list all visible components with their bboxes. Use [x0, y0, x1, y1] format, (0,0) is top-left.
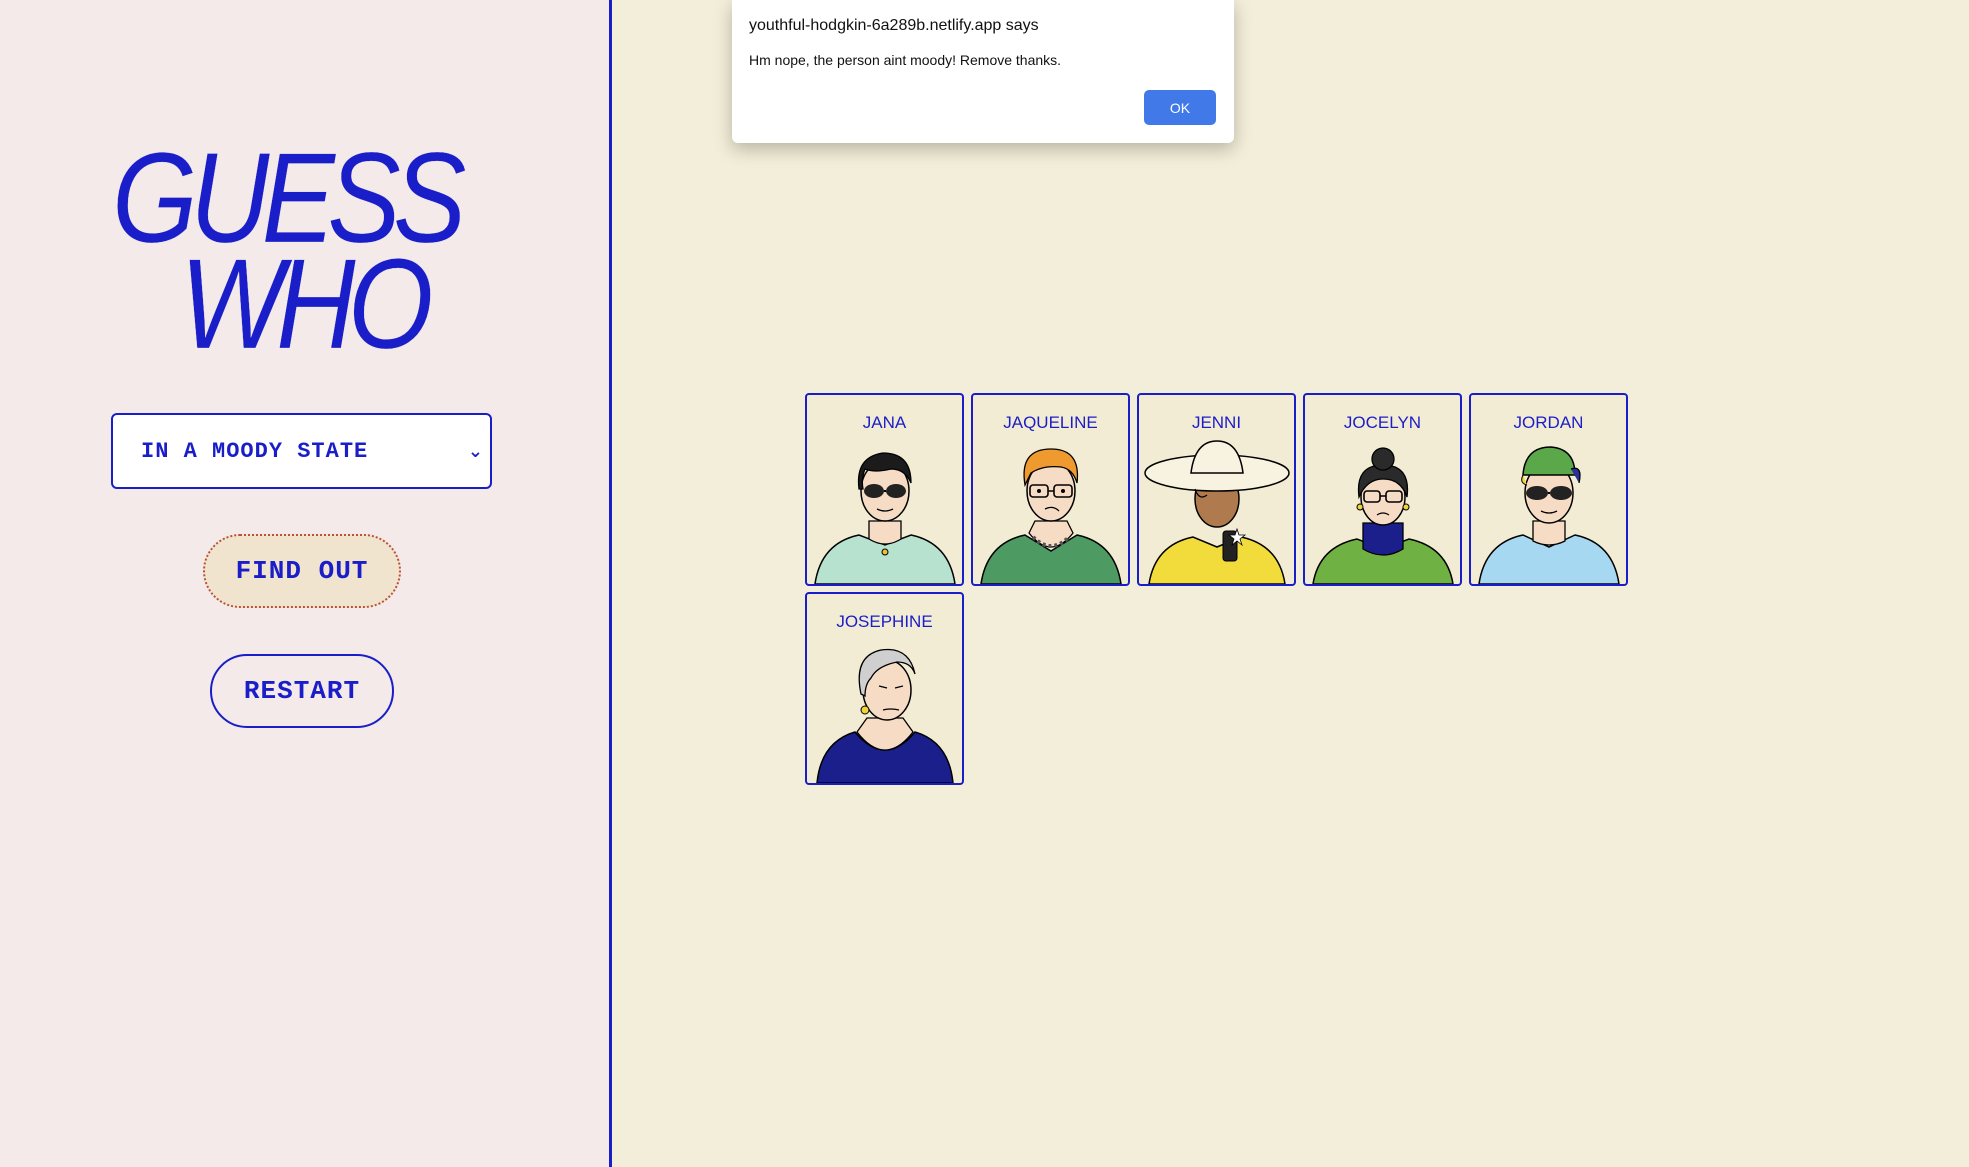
character-card-jocelyn[interactable]: JOCELYN: [1303, 393, 1462, 586]
alert-dialog: youthful-hodgkin-6a289b.netlify.app says…: [732, 0, 1234, 143]
character-card-jaqueline[interactable]: JAQUELINE: [971, 393, 1130, 586]
portrait-jocelyn: [1312, 447, 1454, 584]
character-card-josephine[interactable]: JOSEPHINE: [805, 592, 964, 785]
portrait-jenni: [1144, 440, 1290, 584]
portrait-jordan: [1478, 446, 1620, 584]
alert-dialog-title: youthful-hodgkin-6a289b.netlify.app says: [749, 17, 1039, 34]
left-panel: GUESS WHO IN A MOODY STATE ⌄ FIND OUT RE…: [0, 0, 612, 1167]
question-select[interactable]: IN A MOODY STATE ⌄: [111, 413, 492, 489]
restart-button[interactable]: RESTART: [210, 654, 394, 728]
card-name: JAQUELINE: [1003, 413, 1098, 432]
portrait-jaqueline: [980, 448, 1122, 584]
character-card-jana[interactable]: JANA: [805, 393, 964, 586]
card-name: JENNI: [1191, 413, 1242, 432]
card-name: JANA: [862, 413, 907, 432]
alert-dialog-message: Hm nope, the person aint moody! Remove t…: [749, 52, 1062, 68]
find-out-button[interactable]: FIND OUT: [203, 534, 401, 608]
character-card-jenni[interactable]: JENNI: [1137, 393, 1296, 586]
card-name: JOSEPHINE: [836, 612, 933, 631]
character-card-jordan[interactable]: JORDAN: [1469, 393, 1628, 586]
alert-ok-button[interactable]: OK: [1144, 90, 1216, 125]
card-name: JORDAN: [1513, 413, 1584, 432]
portrait-jana: [814, 452, 956, 584]
page-title-who: WHO: [180, 233, 434, 376]
portrait-josephine: [816, 648, 954, 783]
question-select-value: IN A MOODY STATE: [141, 438, 369, 464]
chevron-down-icon: ⌄: [467, 441, 484, 462]
card-name: JOCELYN: [1343, 413, 1422, 432]
